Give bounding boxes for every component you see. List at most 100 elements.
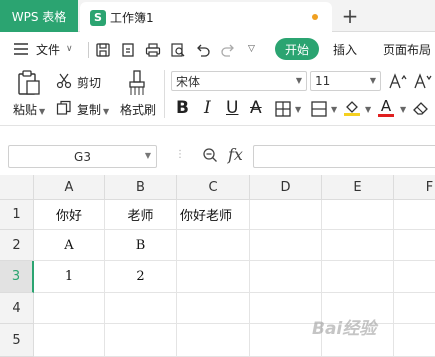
cell-c1[interactable]: 你好老师 [177,200,250,230]
tab-insert[interactable]: 插入 [333,34,357,64]
copy-button[interactable]: 复制 ▼ [77,101,109,118]
name-box[interactable]: G3 ▼ [8,145,157,168]
fx-icon[interactable]: fx [228,145,243,164]
font-name-select[interactable]: 宋体 ▼ [171,71,307,91]
cell-a3[interactable]: 1 [34,261,105,293]
cell-b1[interactable]: 老师 [105,200,177,230]
caret-down-icon: ▼ [103,107,110,116]
italic-icon[interactable]: I [204,98,211,118]
cell-e2[interactable] [322,230,394,261]
file-menu-label: 文件 [36,42,61,57]
file-menu[interactable]: 文件 ∨ [36,34,73,64]
font-name-value: 宋体 [176,74,201,89]
divider [88,42,89,58]
print-icon[interactable] [145,42,161,58]
paste-icon[interactable] [17,70,41,96]
column-header-f[interactable]: F [394,175,435,200]
print-preview-icon[interactable] [170,42,186,58]
cell-a4[interactable] [34,293,105,324]
cell-c4[interactable] [177,293,250,324]
unsaved-dot-icon [312,14,318,20]
font-size-select[interactable]: 11 ▼ [310,71,381,91]
cell-f4[interactable] [394,293,435,324]
eraser-icon[interactable] [412,100,430,116]
cell-a2[interactable]: A [34,230,105,261]
fill-color-icon[interactable] [343,99,361,117]
cell-f1[interactable] [394,200,435,230]
cell-b5[interactable] [105,324,177,357]
cell-c2[interactable] [177,230,250,261]
cell-f3[interactable] [394,261,435,293]
paste-button[interactable]: 粘贴 ▼ [13,101,45,118]
row-header-3[interactable]: 3 [0,261,34,293]
cell-c5[interactable] [177,324,250,357]
font-size-value: 11 [315,74,331,88]
tab-page-layout[interactable]: 页面布局 [383,34,431,64]
copy-label: 复制 [77,103,102,117]
splitter-handle[interactable]: ⋮ [175,149,185,160]
caret-down-icon: ▼ [144,151,151,160]
caret-down-icon[interactable]: ▼ [400,105,406,114]
caret-down-icon[interactable]: ▼ [331,105,337,114]
hamburger-icon[interactable] [14,34,28,64]
undo-icon[interactable] [195,42,211,58]
select-all-corner[interactable] [0,175,34,200]
row-header-1[interactable]: 1 [0,200,34,230]
cell-d3[interactable] [250,261,322,293]
document-tab[interactable]: S 工作簿1 [80,2,332,33]
column-header-d[interactable]: D [250,175,322,200]
cell-b4[interactable] [105,293,177,324]
border-icon[interactable] [275,101,291,117]
format-painter-button[interactable]: 格式刷 [120,101,156,118]
caret-down-icon[interactable]: ▼ [365,105,371,114]
name-box-value: G3 [74,149,91,164]
bold-icon[interactable]: B [176,98,189,118]
cut-button[interactable]: 剪切 [77,74,101,91]
export-icon[interactable] [120,42,136,58]
row-header-2[interactable]: 2 [0,230,34,261]
cell-f2[interactable] [394,230,435,261]
new-tab-button[interactable]: + [338,4,362,28]
caret-down-icon: ▼ [369,76,376,85]
cell-e1[interactable] [322,200,394,230]
app-home-tab[interactable]: WPS 表格 [0,0,78,32]
increase-font-icon[interactable] [389,73,407,89]
format-painter-icon [129,70,145,95]
tab-start[interactable]: 开始 [275,38,319,60]
app-tab-label: WPS 表格 [11,9,67,24]
save-icon[interactable] [95,42,111,58]
scissors-icon [56,73,72,89]
cell-d1[interactable] [250,200,322,230]
column-header-b[interactable]: B [105,175,177,200]
merge-cells-icon[interactable] [311,101,327,117]
cell-a5[interactable] [34,324,105,357]
redo-icon[interactable] [220,42,236,58]
caret-down-icon: ▼ [39,107,46,116]
chevron-down-icon: ∨ [66,44,73,54]
underline-icon[interactable]: U [226,98,238,118]
row-header-4[interactable]: 4 [0,293,34,324]
strikethrough-icon[interactable]: A [250,98,262,118]
decrease-font-icon[interactable] [414,73,432,89]
cell-e3[interactable] [322,261,394,293]
cell-b2[interactable]: B [105,230,177,261]
caret-down-icon[interactable]: ▼ [295,105,301,114]
cell-a1[interactable]: 你好 [34,200,105,230]
wps-window: WPS 表格 S 工作簿1 + 文件 ∨ ▽ 开始 插入 页面布局 粘贴 ▼ 剪切… [0,0,435,357]
cell-c3[interactable] [177,261,250,293]
caret-down-icon: ▼ [295,76,302,85]
menu-row: 文件 ∨ ▽ [0,34,435,64]
row-header-5[interactable]: 5 [0,324,34,357]
column-header-e[interactable]: E [322,175,394,200]
document-tab-label: 工作簿1 [110,11,154,25]
column-header-a[interactable]: A [34,175,105,200]
spreadsheet-logo-icon: S [90,9,106,26]
column-header-c[interactable]: C [177,175,250,200]
more-chevron-icon[interactable]: ▽ [248,34,255,64]
zoom-icon[interactable] [202,147,218,163]
cell-d2[interactable] [250,230,322,261]
cell-b3[interactable]: 2 [105,261,177,293]
formula-input[interactable] [253,145,435,168]
font-color-icon[interactable]: A [378,97,394,117]
cell-f5[interactable] [394,324,435,357]
